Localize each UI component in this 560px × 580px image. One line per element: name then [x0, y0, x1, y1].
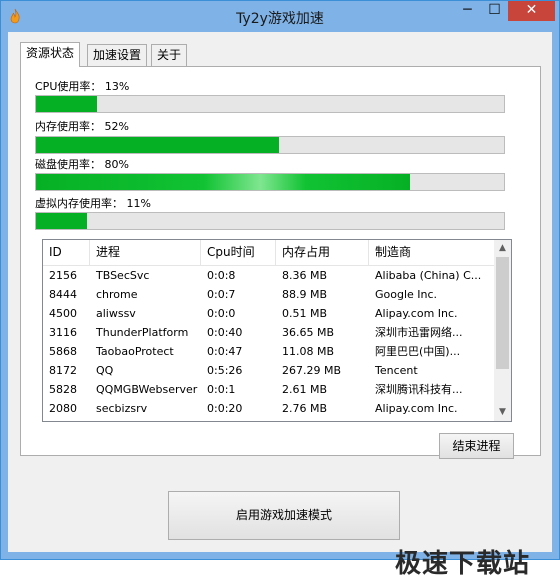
- cell-manufacturer: 深圳市迅雷网络...: [375, 326, 463, 339]
- cell-id: 3116: [49, 326, 77, 339]
- cell-process: QQ: [96, 364, 114, 377]
- virtual-memory-usage-bar: [35, 212, 505, 230]
- cell-manufacturer: 深圳腾讯科技有...: [375, 383, 463, 396]
- disk-usage-bar: [35, 173, 505, 191]
- cell-cpu-time: 0:0:20: [207, 402, 243, 415]
- scroll-down-arrow-icon[interactable]: ▼: [494, 404, 511, 421]
- cell-cpu-time: 0:0:0: [207, 307, 236, 320]
- cell-memory: 2.76 MB: [282, 402, 328, 415]
- close-button[interactable]: ✕: [508, 1, 555, 21]
- memory-usage-bar: [35, 136, 505, 154]
- cell-memory: 88.9 MB: [282, 288, 328, 301]
- tab-resource-status[interactable]: 资源状态: [20, 42, 81, 67]
- cell-memory: 11.08 MB: [282, 345, 335, 358]
- cell-id: 2080: [49, 402, 77, 415]
- cell-manufacturer: Alipay.com Inc.: [375, 307, 458, 320]
- table-row[interactable]: 4500 aliwssv 0:0:0 0.51 MB Alipay.com Inc.: [43, 304, 496, 323]
- cell-manufacturer: Tencent: [375, 364, 418, 377]
- cell-id: 4500: [49, 307, 77, 320]
- cpu-usage-fill: [36, 96, 97, 112]
- start-game-boost-button[interactable]: 启用游戏加速模式: [168, 491, 400, 540]
- scrollbar-thumb[interactable]: [496, 257, 509, 369]
- cell-memory: 0.51 MB: [282, 307, 328, 320]
- cell-process: aliwssv: [96, 307, 136, 320]
- process-list-scrollbar[interactable]: ▲ ▼: [494, 240, 511, 421]
- cell-process: ThunderPlatform: [96, 326, 189, 339]
- table-row[interactable]: 2080 secbizsrv 0:0:20 2.76 MB Alipay.com Inc…: [43, 399, 496, 418]
- column-header-process[interactable]: 进程: [90, 240, 201, 265]
- cell-manufacturer: Google Inc.: [375, 288, 438, 301]
- cell-process: TaobaoProtect: [96, 345, 174, 358]
- cell-memory: 8.36 MB: [282, 269, 328, 282]
- cell-id: 8172: [49, 364, 77, 377]
- table-row[interactable]: 5868 TaobaoProtect 0:0:47 11.08 MB 阿里巴巴(中国).…: [43, 342, 496, 361]
- column-header-id[interactable]: ID: [43, 240, 90, 265]
- process-list-header: ID 进程 Cpu时间 内存占用 制造商: [43, 240, 496, 266]
- scroll-up-arrow-icon[interactable]: ▲: [494, 240, 511, 257]
- end-process-button[interactable]: 结束进程: [439, 433, 514, 459]
- virtual-memory-usage-fill: [36, 213, 88, 229]
- watermark-logo: 极速下载站: [395, 549, 531, 579]
- cell-manufacturer: Alibaba (China) C...: [375, 269, 482, 282]
- table-row[interactable]: 2156 TBSecSvc 0:0:8 8.36 MB Alibaba (China) …: [43, 266, 496, 285]
- table-row[interactable]: 8444 chrome 0:0:7 88.9 MB Google Inc.: [43, 285, 496, 304]
- column-header-manufacturer[interactable]: 制造商: [369, 240, 496, 265]
- cell-cpu-time: 0:0:40: [207, 326, 243, 339]
- cpu-usage-label: CPU使用率： 13%: [35, 80, 130, 93]
- disk-usage-fill: [36, 174, 411, 190]
- column-header-memory[interactable]: 内存占用: [276, 240, 369, 265]
- cell-memory: 267.29 MB: [282, 364, 342, 377]
- cell-memory: 2.61 MB: [282, 383, 328, 396]
- cell-cpu-time: 0:0:1: [207, 383, 236, 396]
- app-window: Ty2y游戏加速 ─ ☐ ✕ 资源状态 加速设置 关于 CPU使用率： 13% …: [0, 0, 560, 579]
- cell-id: 5828: [49, 383, 77, 396]
- memory-usage-label: 内存使用率： 52%: [35, 120, 129, 133]
- cell-cpu-time: 0:0:8: [207, 269, 236, 282]
- table-row[interactable]: 5828 QQMGBWebserver 0:0:1 2.61 MB 深圳腾讯科技有...: [43, 380, 496, 399]
- cell-id: 8444: [49, 288, 77, 301]
- cell-process: chrome: [96, 288, 138, 301]
- cell-cpu-time: 0:0:47: [207, 345, 243, 358]
- tab-about[interactable]: 关于: [151, 44, 188, 66]
- cell-process: TBSecSvc: [96, 269, 150, 282]
- table-row[interactable]: 8172 QQ 0:5:26 267.29 MB Tencent: [43, 361, 496, 380]
- cell-manufacturer: Alipay.com Inc.: [375, 402, 458, 415]
- virtual-memory-usage-label: 虚拟内存使用率： 11%: [35, 197, 151, 210]
- cell-manufacturer: 阿里巴巴(中国)...: [375, 345, 461, 358]
- title-bar[interactable]: Ty2y游戏加速 ─ ☐ ✕: [1, 1, 559, 32]
- disk-usage-label: 磁盘使用率： 80%: [35, 158, 129, 171]
- cell-process: QQMGBWebserver: [96, 383, 198, 396]
- cell-process: secbizsrv: [96, 402, 148, 415]
- process-list[interactable]: ID 进程 Cpu时间 内存占用 制造商 2156 TBSecSvc 0:0:8 8.…: [42, 239, 512, 422]
- cell-cpu-time: 0:0:7: [207, 288, 236, 301]
- minimize-button[interactable]: ─: [454, 1, 481, 21]
- cell-id: 2156: [49, 269, 77, 282]
- client-area: 资源状态 加速设置 关于 CPU使用率： 13% 内存使用率： 52% 磁盘使用…: [8, 32, 552, 579]
- table-row[interactable]: 3116 ThunderPlatform 0:0:40 36.65 MB 深圳市迅雷网络…: [43, 323, 496, 342]
- tab-boost-settings[interactable]: 加速设置: [87, 44, 148, 66]
- maximize-button[interactable]: ☐: [481, 1, 508, 21]
- column-header-cpu-time[interactable]: Cpu时间: [201, 240, 276, 265]
- cell-memory: 36.65 MB: [282, 326, 335, 339]
- memory-usage-fill: [36, 137, 280, 153]
- cell-id: 5868: [49, 345, 77, 358]
- cpu-usage-bar: [35, 95, 505, 113]
- cell-cpu-time: 0:5:26: [207, 364, 243, 377]
